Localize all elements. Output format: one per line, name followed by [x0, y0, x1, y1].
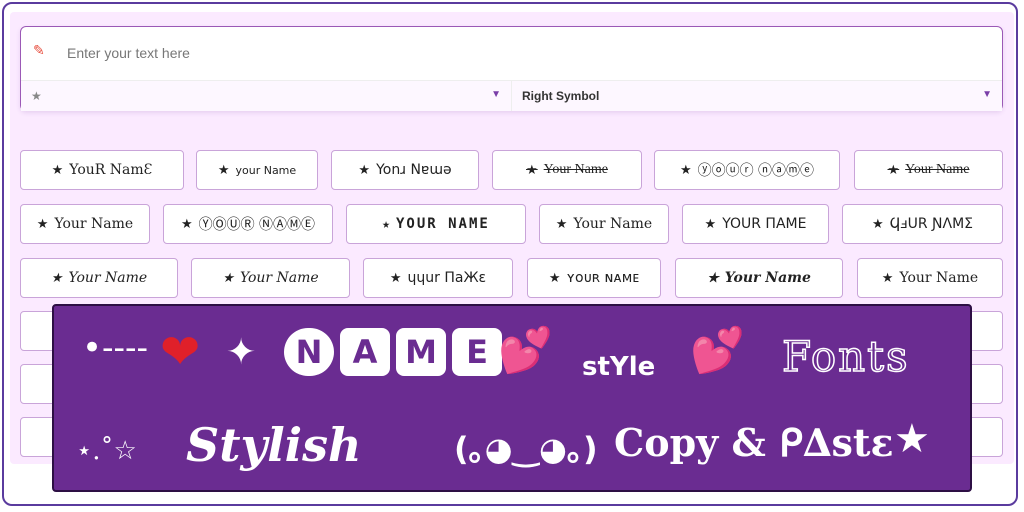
left-symbol-value: ★	[31, 89, 42, 103]
style-chip[interactable]: ★ YOUR NAME	[346, 204, 526, 244]
star-icon: ★	[881, 270, 894, 286]
star-icon: ★	[887, 162, 900, 177]
star-icon: ★	[382, 216, 390, 232]
style-text: Your Name	[543, 162, 608, 177]
style-text: YOUR NAME	[395, 216, 490, 232]
star-icon: ★	[679, 162, 692, 178]
style-text: ⓎⓄⓊⓇ ⓃⒶⓂⒺ	[198, 217, 316, 233]
style-text: ϤⅎUR ƝΛMΣ	[889, 216, 974, 232]
sparkle-icon: ✦	[226, 332, 257, 373]
two-hearts-icon: 💕	[498, 325, 553, 376]
style-chip[interactable]: ★ Your Name	[539, 204, 669, 244]
star-icon: ★	[222, 270, 234, 286]
star-icon: ★	[548, 270, 561, 286]
letter-tile: A	[340, 328, 390, 376]
style-chip[interactable]: ★ Your Name	[492, 150, 642, 190]
style-text: YOUR ПAME	[722, 216, 807, 232]
star-icon: ★	[871, 216, 884, 232]
style-word: stYle	[582, 352, 656, 382]
text-input[interactable]	[65, 37, 969, 69]
style-text: ɥɥur ΠaЖɛ	[407, 270, 487, 286]
style-text: Your Name	[54, 216, 134, 232]
style-text: ʏᴏᴜʀ ɴᴀᴍᴇ	[566, 270, 640, 286]
style-chip[interactable]: ★ Your Name	[854, 150, 1003, 190]
stars-decoration: ⋆.˚☆	[76, 436, 137, 466]
style-text: Your Name	[724, 270, 811, 286]
style-text: ⓨⓞⓤⓡ ⓝⓐⓜⓔ	[697, 163, 815, 179]
style-chip[interactable]: ★ YouR NamƐ	[20, 150, 184, 190]
style-text: Your Name	[899, 270, 979, 286]
star-icon: ★	[555, 216, 568, 232]
style-chip[interactable]: ★ ʏᴏᴜʀ ɴᴀᴍᴇ	[527, 258, 661, 298]
style-chip[interactable]: ★ your Name	[196, 150, 318, 190]
star-icon: ★	[217, 162, 230, 178]
star-icon: ★	[707, 270, 719, 286]
right-symbol-label: Right Symbol	[522, 89, 600, 103]
letter-tile: M	[396, 328, 446, 376]
star-icon: ★	[180, 216, 193, 232]
name-tiles: N A M E	[284, 328, 502, 376]
letter-tile: N	[284, 328, 334, 376]
letter-tile: E	[452, 328, 502, 376]
chevron-down-icon: ▼	[491, 89, 501, 100]
style-text: Yonɹ Nɐɯǝ	[376, 162, 452, 178]
style-chip[interactable]: ★ ɥɥur ΠaЖɛ	[363, 258, 513, 298]
style-chip[interactable]: ★ YOUR ПAME	[682, 204, 829, 244]
style-chip[interactable]: ★ ⓎⓄⓊⓇ ⓃⒶⓂⒺ	[163, 204, 333, 244]
style-chip[interactable]: ★ ϤⅎUR ƝΛMΣ	[842, 204, 1003, 244]
heart-icon: ❤	[160, 324, 201, 380]
style-text: Your Name	[905, 162, 970, 177]
two-hearts-icon: 💕	[690, 325, 745, 376]
star-icon: ★	[36, 216, 49, 232]
star-icon: ★	[526, 162, 538, 177]
style-chip[interactable]: ★ Your Name	[191, 258, 350, 298]
promo-banner: •---- ❤ ✦ N A M E 💕 stYle 💕 Fonts ⋆.˚☆ S…	[52, 304, 972, 492]
style-chip[interactable]: ★ Your Name	[20, 204, 150, 244]
left-symbol-select[interactable]: ★ ▼	[21, 81, 511, 111]
star-icon: ★	[50, 270, 63, 286]
copy-paste-text: Copy & ᑭ∆stɛ	[614, 420, 894, 465]
style-text: Your Name	[239, 270, 319, 286]
style-chip[interactable]: ★ Your Name	[857, 258, 1003, 298]
star-icon: ★	[358, 162, 371, 178]
style-chip[interactable]: ★ Your Name	[20, 258, 178, 298]
dots-decoration: •----	[82, 328, 149, 368]
text-input-panel: ✎ ★ ▼ Right Symbol ▼	[20, 26, 1003, 111]
star-icon: ★	[894, 416, 930, 462]
style-chip[interactable]: ★ Your Name	[675, 258, 843, 298]
symbol-selectors: ★ ▼ Right Symbol ▼	[21, 80, 1002, 111]
star-icon: ★	[704, 216, 717, 232]
style-text: your Name	[235, 163, 297, 177]
stylish-word: Stylish	[186, 418, 362, 472]
fonts-word: Fonts	[781, 331, 910, 382]
pencil-icon: ✎	[33, 43, 45, 59]
right-symbol-select[interactable]: Right Symbol ▼	[511, 81, 1002, 111]
kaomoji-face: (｡◕‿◕｡)	[454, 430, 598, 468]
style-text: Your Name	[573, 216, 653, 232]
chevron-down-icon: ▼	[982, 89, 992, 100]
style-text: YouR NamƐ	[69, 162, 153, 178]
star-icon: ★	[389, 270, 402, 286]
star-icon: ★	[51, 162, 64, 178]
style-chip[interactable]: ★ ⓨⓞⓤⓡ ⓝⓐⓜⓔ	[654, 150, 840, 190]
style-chip[interactable]: ★ Yonɹ Nɐɯǝ	[331, 150, 479, 190]
style-text: Your Name	[68, 270, 148, 286]
